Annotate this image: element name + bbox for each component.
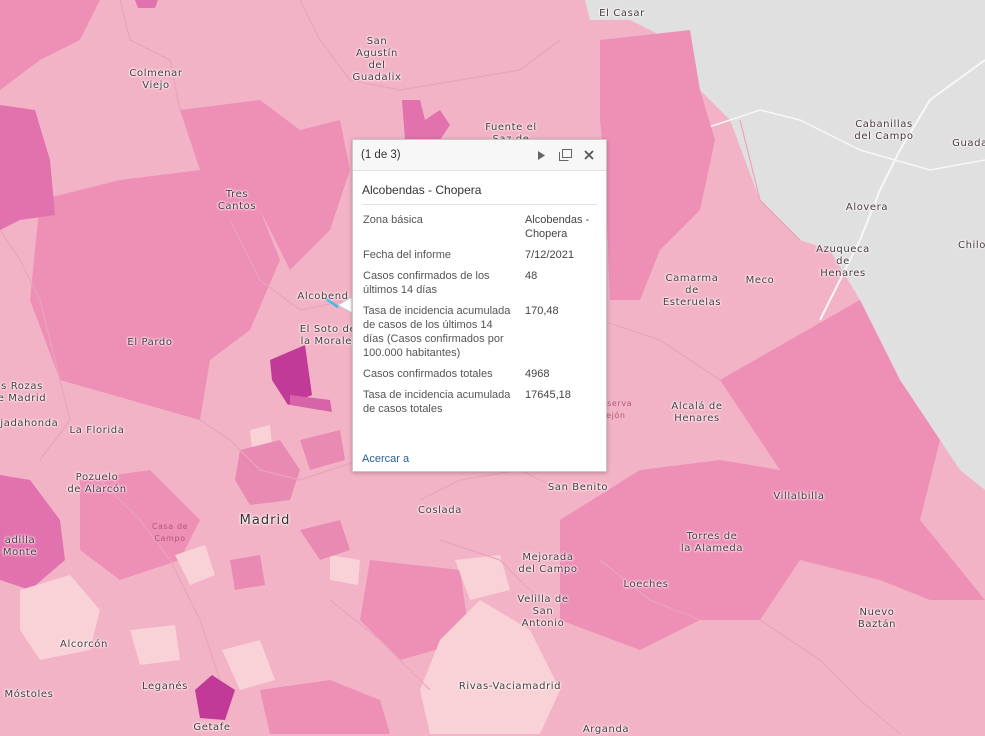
attribute-row: Casos confirmados de los últimos 14 días… bbox=[363, 269, 597, 297]
attribute-value: 170,48 bbox=[525, 305, 559, 317]
feature-popup: (1 de 3) Alcobendas - Chopera Zona básic… bbox=[352, 139, 607, 472]
place-label: Loeches bbox=[623, 579, 669, 590]
place-label: Torres de la Alameda bbox=[680, 531, 744, 554]
place-label: Tres Cantos bbox=[217, 189, 257, 212]
place-label: Alovera bbox=[845, 202, 889, 213]
zone-dark bbox=[135, 0, 158, 8]
place-label: Mejorada del Campo bbox=[518, 552, 578, 575]
place-label: Guada bbox=[952, 138, 985, 149]
place-label: Colmenar Viejo bbox=[129, 68, 183, 91]
attribute-value: 7/12/2021 bbox=[525, 249, 574, 261]
place-label: Meco bbox=[745, 275, 775, 286]
zoom-to-link[interactable]: Acercar a bbox=[362, 453, 409, 465]
attribute-value: 48 bbox=[525, 270, 538, 282]
place-label: La Florida bbox=[69, 425, 125, 436]
attribute-key: Tasa de incidencia acumulada de casos to… bbox=[363, 389, 511, 415]
place-label: El Soto de la Moralej bbox=[299, 324, 357, 347]
play-icon[interactable] bbox=[532, 146, 550, 164]
place-label: Coslada bbox=[418, 505, 462, 516]
place-label: adilla Monte bbox=[2, 535, 38, 558]
attribute-row: Fecha del informe 7/12/2021 bbox=[363, 248, 597, 262]
place-label: Arganda bbox=[582, 724, 630, 735]
place-label: Alcalá de Henares bbox=[671, 401, 723, 424]
place-label: Chilo bbox=[958, 240, 985, 251]
dock-icon[interactable] bbox=[556, 146, 574, 164]
place-label: Velilla de San Antonio bbox=[517, 594, 569, 629]
zone-strong bbox=[230, 555, 265, 590]
place-label-madrid: Madrid bbox=[239, 513, 291, 528]
attribute-key: Casos confirmados de los últimos 14 días bbox=[363, 270, 490, 296]
place-label: Alcorcón bbox=[60, 639, 108, 650]
place-label: El Pardo bbox=[127, 337, 173, 348]
close-icon[interactable] bbox=[580, 146, 598, 164]
attribute-row: Tasa de incidencia acumulada de casos to… bbox=[363, 388, 597, 416]
attribute-key: Zona básica bbox=[363, 214, 423, 226]
place-label: Azuqueca de Henares bbox=[816, 244, 870, 279]
place-label: Pozuelo de Alarcón bbox=[67, 472, 127, 495]
attribute-value: 4968 bbox=[525, 368, 550, 380]
place-label: s Rozas e Madrid bbox=[0, 381, 47, 404]
attribute-key: Casos confirmados totales bbox=[363, 368, 493, 380]
place-label: Getafe bbox=[193, 722, 231, 733]
place-label: Móstoles bbox=[4, 689, 54, 700]
popup-pointer bbox=[338, 297, 352, 313]
place-label: ajadahonda bbox=[0, 418, 59, 429]
place-label: Leganés bbox=[142, 681, 188, 692]
place-label: Casa de Campo bbox=[151, 522, 189, 543]
place-label: El Casar bbox=[599, 8, 645, 19]
place-label: Nuevo Baztán bbox=[857, 607, 897, 630]
place-label: Rivas-Vaciamadrid bbox=[458, 681, 562, 692]
place-label: San Benito bbox=[547, 482, 609, 493]
attribute-row: Zona básica Alcobendas - Chopera bbox=[363, 213, 597, 241]
attribute-value: Alcobendas - Chopera bbox=[525, 214, 590, 240]
popup-title: Alcobendas - Chopera bbox=[362, 183, 597, 205]
attribute-value: 17645,18 bbox=[525, 389, 571, 401]
attribute-row: Casos confirmados totales 4968 bbox=[363, 367, 597, 381]
place-label: San Agustín del Guadalix bbox=[352, 36, 402, 83]
attribute-row: Tasa de incidencia acumulada de casos de… bbox=[363, 304, 597, 360]
popup-header: (1 de 3) bbox=[353, 140, 606, 171]
attribute-table: Zona básica Alcobendas - Chopera Fecha de… bbox=[363, 213, 597, 416]
attribute-key: Tasa de incidencia acumulada de casos de… bbox=[363, 305, 511, 359]
place-label: Villalbilla bbox=[773, 491, 825, 502]
attribute-key: Fecha del informe bbox=[363, 249, 452, 261]
place-label: Camarma de Esteruelas bbox=[662, 273, 722, 308]
zone-light bbox=[330, 555, 360, 585]
popup-counter: (1 de 3) bbox=[361, 149, 401, 161]
place-label: Cabanillas del Campo bbox=[854, 119, 914, 142]
